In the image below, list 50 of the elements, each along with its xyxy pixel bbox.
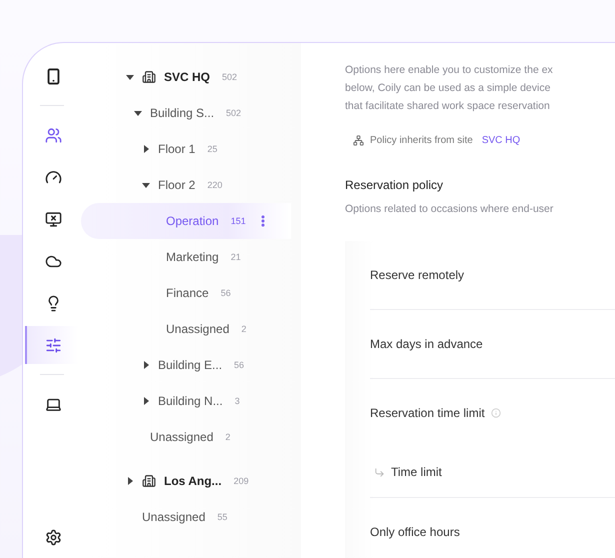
setting-label: Reservation time limit [370,406,485,420]
caret-icon[interactable] [142,181,150,189]
setting-label: Reserve remotely [370,268,464,282]
tree-item[interactable]: Operation 151 [81,203,291,239]
building-icon [142,474,156,488]
intro-text: below, Coily can be used as a simple device [345,81,552,96]
count: 502 [222,72,238,82]
tree-item[interactable]: Building N... 3 [81,383,291,419]
count: 56 [234,360,244,370]
count: 2 [225,432,230,442]
count: 56 [220,288,231,298]
count: 2 [241,324,246,334]
intro-text: Options here enable you to customize the ex [345,63,554,78]
inherit-text: Policy inherits from site [370,135,473,146]
tree-item[interactable]: Building E... 56 [81,347,291,383]
building-icon [142,70,156,84]
caret-icon[interactable] [142,361,150,369]
site-link[interactable]: SVC HQ [482,135,520,146]
count: 3 [234,396,240,406]
setting-label: Time limit [391,465,442,479]
count: 25 [207,144,218,154]
caret-icon[interactable] [142,397,150,405]
count: 151 [230,216,246,226]
tree-item[interactable]: SVC HQ 502 [81,59,291,95]
caret-icon[interactable] [134,109,142,117]
tree-item[interactable]: Unassigned 2 [81,419,291,455]
caret-icon[interactable] [126,73,134,81]
count: 220 [207,180,222,190]
count: 209 [234,476,249,486]
count: 502 [226,108,242,118]
intro-text: that facilitate shared work space reservation [345,99,551,114]
caret-icon[interactable] [126,477,134,485]
hierarchy-icon [353,135,364,146]
tree-item[interactable]: Unassigned 55 [81,499,291,535]
section-description: Options related to occasions where end-user [345,203,554,215]
info-icon [490,408,501,418]
section-title: Reservation policy [345,178,444,192]
count: 55 [217,512,228,522]
tree-item[interactable]: Finance 56 [81,275,291,311]
tree-item[interactable]: Building S... 502 [81,95,291,131]
tree-item[interactable]: Marketing 21 [81,239,291,275]
tree-item[interactable]: Unassigned 2 [81,311,291,347]
caret-icon[interactable] [142,145,150,153]
setting-label: Only office hours [370,525,460,539]
tree-item[interactable]: Floor 2 220 [81,167,291,203]
tree-item[interactable]: Los Ang... 209 [81,463,291,499]
sub-arrow-icon [374,466,385,478]
tree-item[interactable]: Floor 1 25 [81,131,291,167]
count: 21 [230,252,241,262]
setting-label: Max days in advance [370,337,483,351]
